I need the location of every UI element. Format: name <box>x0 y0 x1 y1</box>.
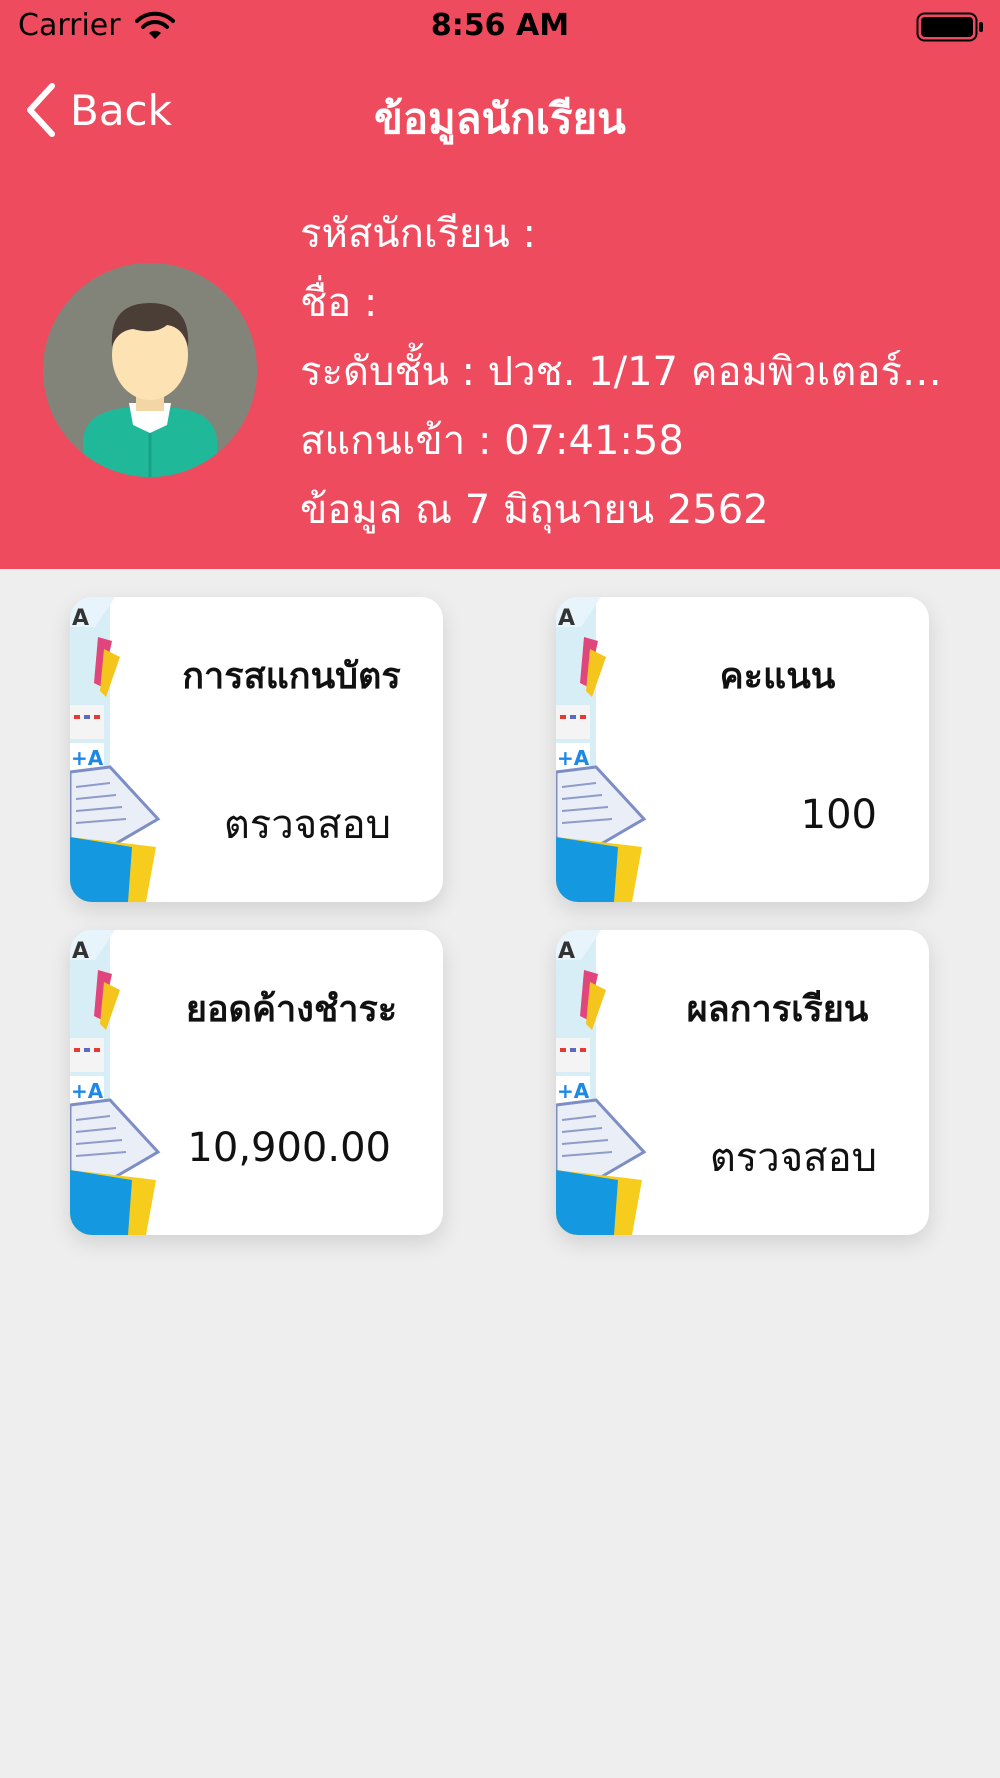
card-value: 100 <box>800 792 877 838</box>
svg-text:A: A <box>558 606 575 631</box>
person-icon <box>43 263 257 477</box>
scan-in-time: สแกนเข้า : 07:41:58 <box>300 418 684 464</box>
svg-text:A: A <box>72 606 89 631</box>
card-card-scan[interactable]: A +A การสแกนบัตร ตรวจสอบ <box>70 597 443 902</box>
profile-header: Carrier 8:56 AM Back ข้อมูลนักเรียน รหัส… <box>0 0 1000 569</box>
student-level: ระดับชั้น : ปวช. 1/17 คอมพิวเตอร์ก... <box>300 349 960 395</box>
svg-text:+A: +A <box>557 1079 590 1103</box>
svg-text:+A: +A <box>71 746 104 770</box>
student-info: รหัสนักเรียน : ชื่อ : ระดับชั้น : ปวช. 1… <box>300 200 960 545</box>
status-time: 8:56 AM <box>430 8 570 43</box>
card-value: ตรวจสอบ <box>709 1135 877 1181</box>
student-id: รหัสนักเรียน : <box>300 211 536 257</box>
battery-icon <box>916 12 983 42</box>
navigation-bar: Back ข้อมูลนักเรียน <box>0 66 1000 158</box>
student-name: ชื่อ : <box>300 280 378 326</box>
status-bar: Carrier 8:56 AM <box>0 0 1000 54</box>
books-illustration-icon: A +A <box>556 597 647 902</box>
books-illustration-icon: A +A <box>556 930 647 1235</box>
books-illustration-icon: A +A <box>70 597 161 902</box>
svg-text:A: A <box>558 939 575 964</box>
avatar <box>43 263 257 477</box>
card-outstanding-balance[interactable]: A +A ยอดค้างชำระ 10,900.00 <box>70 930 443 1235</box>
card-value: ตรวจสอบ <box>223 802 391 848</box>
card-value: 10,900.00 <box>187 1125 391 1171</box>
card-title: ผลการเรียน <box>686 989 869 1030</box>
card-title: คะแนน <box>719 656 836 697</box>
svg-text:+A: +A <box>557 746 590 770</box>
data-date: ข้อมูล ณ 7 มิถุนายน 2562 <box>300 487 769 533</box>
card-title: การสแกนบัตร <box>182 656 401 697</box>
card-grades[interactable]: A +A ผลการเรียน ตรวจสอบ <box>556 930 929 1235</box>
books-illustration-icon: A +A <box>70 930 161 1235</box>
svg-text:A: A <box>72 939 89 964</box>
page-title: ข้อมูลนักเรียน <box>374 94 626 143</box>
card-title: ยอดค้างชำระ <box>185 989 398 1030</box>
svg-text:+A: +A <box>71 1079 104 1103</box>
card-score[interactable]: A +A คะแนน 100 <box>556 597 929 902</box>
